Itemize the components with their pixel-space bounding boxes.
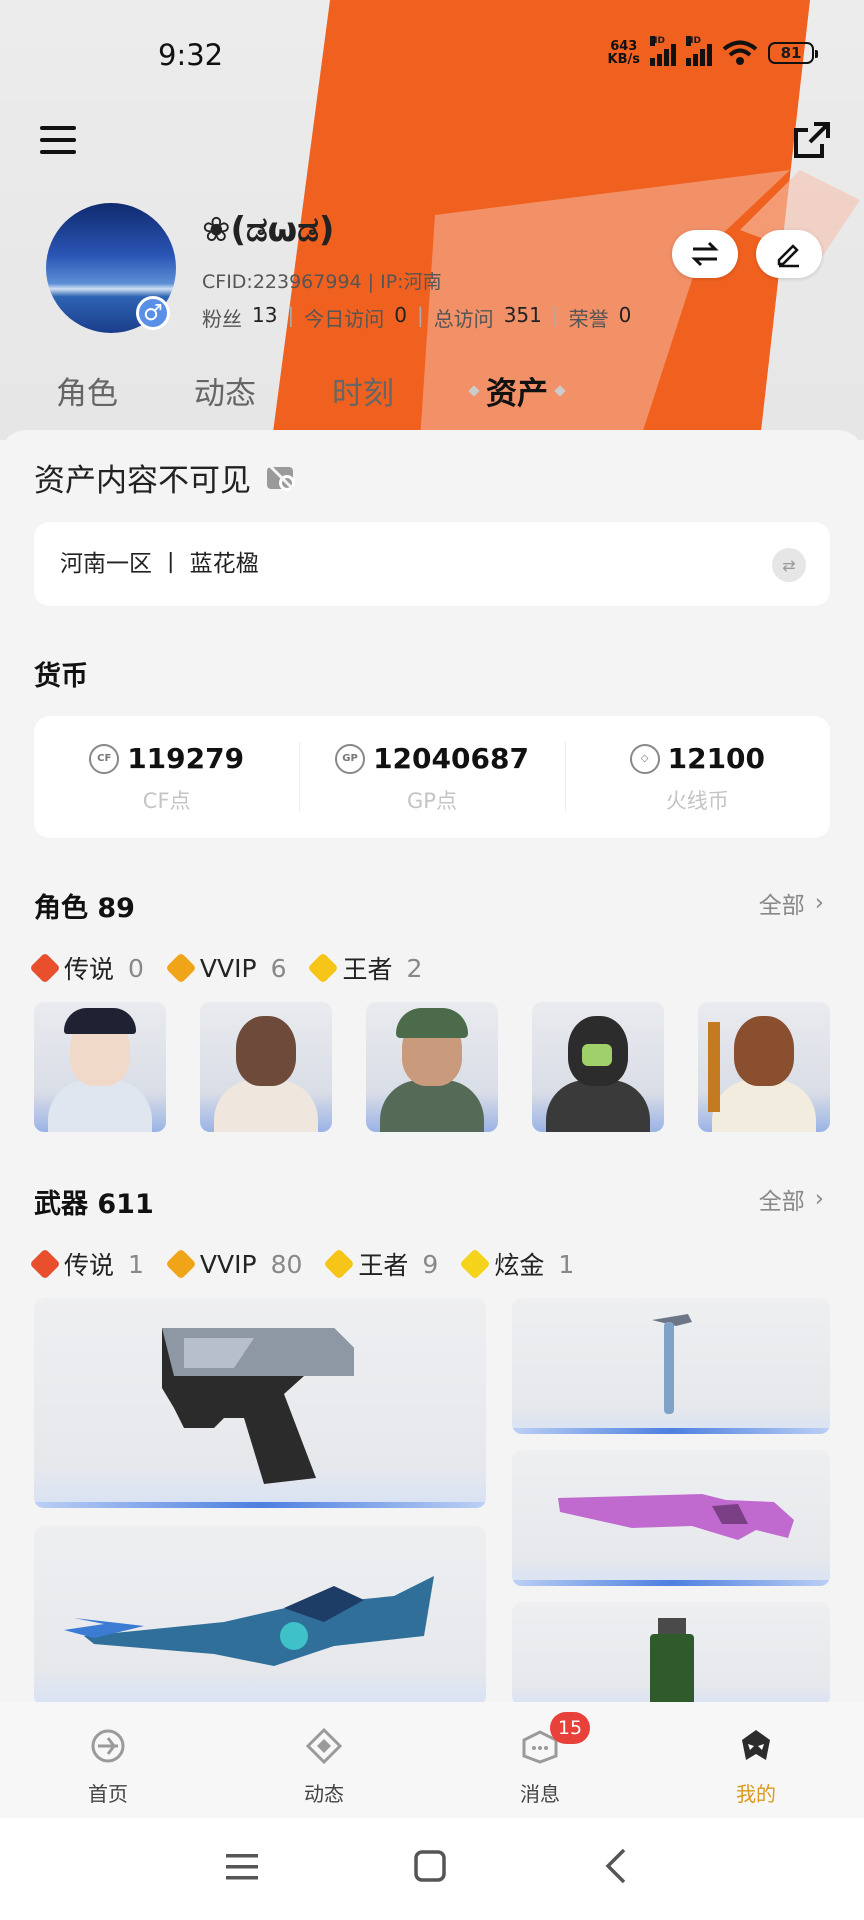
status-icons: 643 KB/s HD HD 81 — [607, 36, 818, 67]
weapons-rarity-row: 传说 1 VVIP 80 王者 9 炫金 1 — [29, 1246, 574, 1282]
home-cf-icon — [91, 1729, 125, 1763]
hammer-image — [652, 1314, 692, 1414]
legend-rarity-icon — [29, 952, 61, 984]
currency-title: 货币 — [34, 661, 88, 692]
eye-hidden-icon[interactable] — [265, 463, 299, 493]
role-card[interactable] — [34, 1002, 166, 1132]
rarity-legend: 传说 0 — [29, 950, 144, 986]
diamond-icon — [554, 384, 566, 397]
gold-rarity-icon — [459, 1248, 491, 1280]
nav-messages[interactable]: 消息 15 — [432, 1702, 648, 1818]
rarity-gold: 炫金 1 — [459, 1246, 574, 1282]
gp-points-label: GP点 — [407, 789, 457, 813]
currency-card: CF 119279 CF点 GP 12040687 GP点 ◇ 12100 火线… — [34, 716, 830, 838]
feed-diamond-icon — [305, 1727, 343, 1765]
edit-button[interactable] — [756, 230, 822, 278]
nav-home[interactable]: 首页 — [0, 1702, 216, 1818]
switch-button[interactable] — [672, 230, 738, 278]
chevron-right-icon: › — [814, 890, 824, 916]
rarity-legend: 传说 1 — [29, 1246, 144, 1282]
nickname: ❀(ಡωಡ) — [202, 210, 335, 250]
weapon-card-hammer[interactable] — [512, 1298, 830, 1434]
cf-points-value: 119279 — [127, 742, 245, 775]
weapon-card-grenade[interactable] — [512, 1602, 830, 1706]
weapons-title: 武器 611 — [34, 1189, 154, 1220]
pistol-image — [162, 1328, 354, 1484]
chevron-right-icon: › — [814, 1186, 824, 1212]
weapons-view-all[interactable]: 全部 › — [759, 1182, 824, 1216]
wifi-icon — [722, 40, 758, 65]
dragon-rifle-image — [64, 1576, 434, 1666]
diamond-icon — [468, 384, 480, 397]
currency-gp: GP 12040687 GP点 — [299, 716, 564, 838]
rarity-vvip: VVIP 6 — [165, 950, 286, 986]
swap-icon — [691, 241, 719, 267]
rarity-king: 王者 2 — [307, 950, 422, 986]
king-rarity-icon — [307, 952, 340, 984]
huoxian-coin-label: 火线币 — [665, 789, 729, 813]
nav-feed[interactable]: 动态 — [216, 1702, 432, 1818]
server-selector[interactable]: 河南一区 丨 蓝花楹 ⇄ — [34, 522, 830, 606]
bottom-navigation: 首页 动态 消息 15 我的 — [0, 1702, 864, 1818]
assets-hidden-notice: 资产内容不可见 — [34, 455, 299, 500]
unread-badge: 15 — [550, 1712, 590, 1744]
grenade-image — [650, 1618, 694, 1706]
role-card[interactable] — [532, 1002, 664, 1132]
cfid-ip-line: CFID:223967994 | IP:河南 — [202, 271, 442, 293]
role-thumbnails — [34, 1002, 830, 1132]
battery-icon: 81 — [768, 42, 818, 64]
recent-apps-icon[interactable] — [226, 1852, 258, 1882]
edit-icon — [777, 244, 799, 268]
male-gender-icon: ♂ — [136, 296, 170, 330]
nav-mine[interactable]: 我的 — [648, 1702, 864, 1818]
weapon-card-shotgun[interactable] — [512, 1450, 830, 1586]
tab-assets-label: 资产 — [486, 376, 548, 412]
today-visits: 0 — [394, 303, 407, 327]
cf-coin-icon: CF — [89, 743, 120, 774]
vvip-rarity-icon — [165, 952, 197, 984]
total-visits: 351 — [503, 303, 542, 327]
currency-huoxian: ◇ 12100 火线币 — [564, 716, 830, 838]
home-square-icon[interactable] — [414, 1850, 446, 1882]
rarity-vvip: VVIP 80 — [165, 1246, 302, 1282]
network-speed: 643 KB/s — [607, 39, 640, 67]
signal-icon-2: HD — [686, 36, 712, 66]
roles-rarity-row: 传说 0 VVIP 6 王者 2 — [29, 950, 422, 986]
pink-shotgun-image — [558, 1494, 794, 1540]
menu-icon[interactable] — [40, 126, 76, 156]
vvip-rarity-icon — [165, 1248, 197, 1280]
huoxian-coin-value: 12100 — [667, 742, 766, 775]
king-rarity-icon — [323, 1248, 355, 1280]
role-card[interactable] — [366, 1002, 498, 1132]
role-card[interactable] — [698, 1002, 830, 1132]
profile-stats: 粉丝 13 | 今日访问 0 | 总访问 351 | 荣誉 0 — [202, 303, 632, 331]
status-time: 9:32 — [158, 38, 224, 72]
roles-view-all[interactable]: 全部 › — [759, 886, 824, 920]
roles-title: 角色 89 — [34, 893, 135, 924]
huoxian-coin-icon: ◇ — [629, 743, 660, 774]
rarity-king: 王者 9 — [323, 1246, 438, 1282]
role-card[interactable] — [200, 1002, 332, 1132]
tab-moments[interactable]: 时刻 — [332, 368, 470, 413]
system-navigation-bar — [0, 1818, 864, 1920]
weapon-card-pistol[interactable] — [34, 1298, 486, 1508]
currency-cf: CF 119279 CF点 — [34, 716, 299, 838]
swap-icon[interactable]: ⇄ — [772, 548, 806, 582]
tab-roles[interactable]: 角色 — [56, 368, 194, 413]
cf-points-label: CF点 — [142, 789, 191, 813]
share-icon[interactable] — [792, 120, 832, 160]
honor-count: 0 — [618, 303, 632, 327]
legend-rarity-icon — [29, 1248, 61, 1280]
gp-points-value: 12040687 — [373, 742, 529, 775]
tab-assets[interactable]: 资产 — [468, 368, 608, 413]
gp-coin-icon: GP — [335, 743, 366, 774]
weapon-card-rifle[interactable] — [34, 1526, 486, 1706]
signal-icon: HD — [650, 36, 676, 66]
server-name: 河南一区 丨 蓝花楹 — [60, 551, 259, 577]
back-chevron-icon[interactable] — [604, 1848, 628, 1884]
profile-mask-icon — [742, 1730, 770, 1760]
tab-feed[interactable]: 动态 — [194, 368, 332, 413]
fans-count: 13 — [252, 303, 278, 327]
profile-tabs: 角色 动态 时刻 资产 — [56, 368, 608, 413]
